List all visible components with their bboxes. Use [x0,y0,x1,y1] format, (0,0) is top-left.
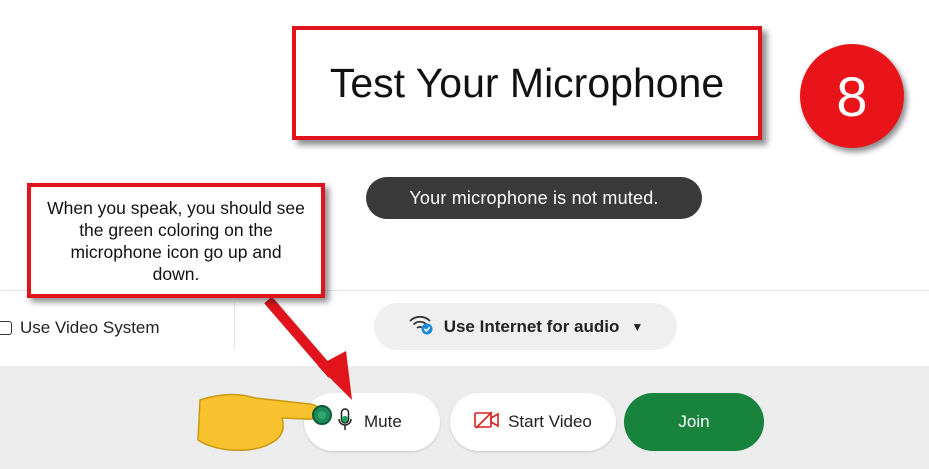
pointing-hand-icon [197,393,332,452]
start-video-button[interactable]: Start Video [450,393,616,451]
callout-text: When you speak, you should see the green… [47,197,305,284]
step-number: 8 [836,64,868,128]
join-label: Join [678,412,710,431]
checkbox-icon[interactable] [0,321,12,335]
title-callout: Test Your Microphone [292,26,762,140]
audio-option-label: Use Internet for audio [443,316,620,336]
step-badge: 8 [800,44,904,148]
wifi-audio-icon [408,313,434,340]
title-text: Test Your Microphone [329,59,725,106]
caret-down-icon: ▼ [631,319,644,334]
video-system-label: Use Video System [20,318,160,337]
use-video-system-option[interactable]: Use Video System [0,316,160,340]
instruction-callout: When you speak, you should see the green… [27,183,325,298]
mute-label: Mute [364,412,402,431]
start-video-label: Start Video [508,412,592,431]
toast-text: Your microphone is not muted. [409,187,659,208]
audio-connection-dropdown[interactable]: Use Internet for audio ▼ [374,303,677,350]
microphone-icon [338,407,352,437]
divider-vertical [234,303,235,350]
video-camera-icon [474,410,500,434]
mic-status-toast: Your microphone is not muted. [366,177,702,219]
join-button[interactable]: Join [624,393,764,451]
